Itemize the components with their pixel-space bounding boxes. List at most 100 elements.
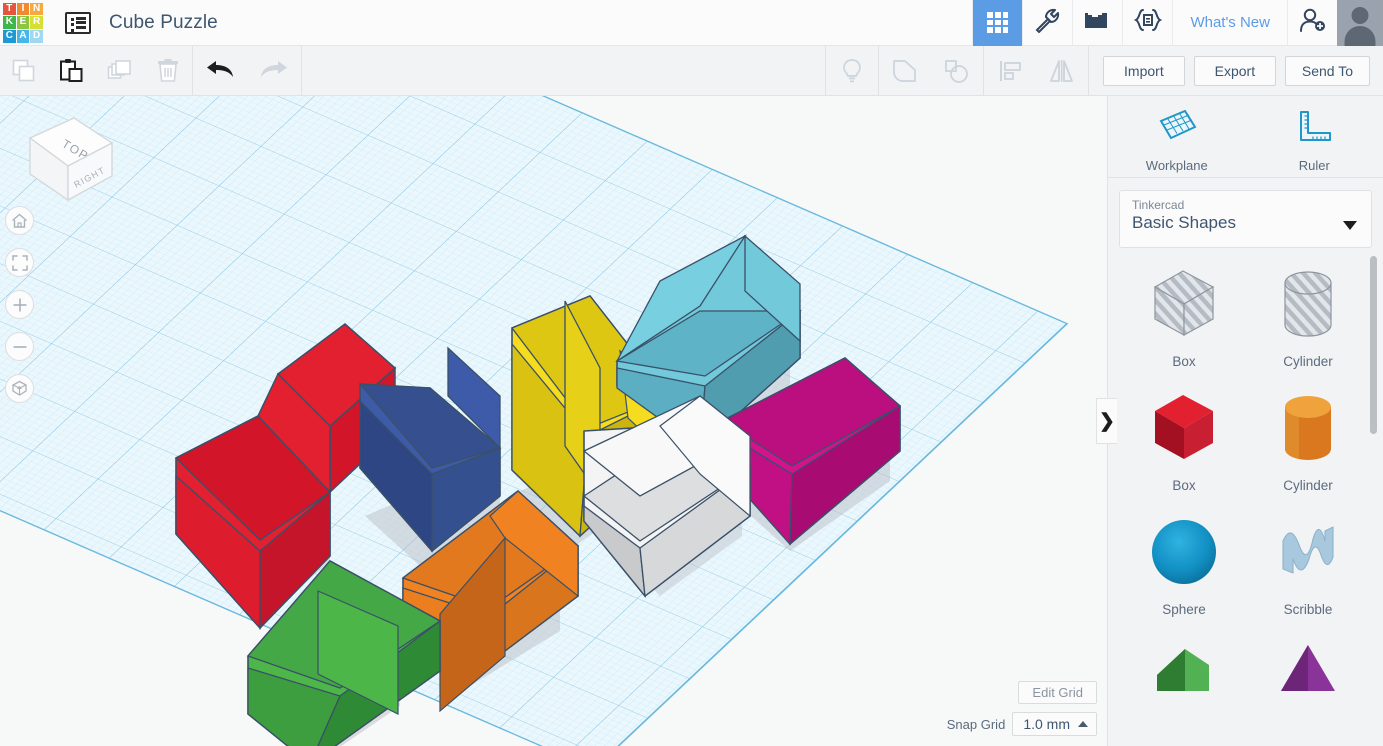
mirror-button[interactable]: [1036, 46, 1088, 96]
import-button[interactable]: Import: [1102, 55, 1185, 86]
ruler-tool-button[interactable]: Ruler: [1246, 96, 1383, 177]
tab-learn[interactable]: [1022, 0, 1072, 46]
shape-scribble[interactable]: Scribble: [1246, 511, 1370, 617]
undo-button[interactable]: [193, 46, 247, 96]
logo-tile-d: D: [30, 29, 43, 43]
home-view-button[interactable]: [5, 206, 34, 235]
shape-label: Scribble: [1283, 602, 1333, 617]
fit-to-view-button[interactable]: [5, 248, 34, 277]
shape-cone[interactable]: [1246, 635, 1370, 702]
hint-button[interactable]: [826, 46, 878, 96]
shape-label: Box: [1172, 354, 1196, 369]
zoom-out-button[interactable]: [5, 332, 34, 361]
whats-new-link[interactable]: What's New: [1172, 0, 1287, 46]
avatar[interactable]: [1337, 0, 1383, 46]
duplicate-icon: [107, 58, 133, 84]
shape-box-hole[interactable]: Box: [1122, 263, 1246, 369]
delete-trash-icon: [155, 58, 181, 84]
redo-button[interactable]: [247, 46, 301, 96]
duplicate-button[interactable]: [96, 46, 144, 96]
shapes-panel: Workplane Ruler Tinkercad Basic Shapes B…: [1107, 96, 1383, 746]
tab-codeblocks[interactable]: [1122, 0, 1172, 46]
top-bar-actions: What's New: [972, 0, 1383, 46]
design-canvas[interactable]: Workplane: [0, 96, 1107, 746]
shape-library-select[interactable]: Tinkercad Basic Shapes: [1119, 190, 1372, 248]
align-icon: [998, 59, 1022, 83]
chevron-down-icon: [1343, 221, 1357, 230]
logo-tile-n: N: [30, 2, 43, 16]
shape-list-scrollbar[interactable]: [1370, 256, 1377, 746]
snap-grid-select[interactable]: 1.0 mm: [1012, 712, 1097, 736]
panel-tools-row: Workplane Ruler: [1108, 96, 1383, 178]
workplane-icon: [1155, 107, 1199, 152]
grid-controls: Edit Grid Snap Grid 1.0 mm: [947, 681, 1097, 736]
group-button[interactable]: [879, 46, 931, 96]
history-tools: [193, 46, 301, 96]
document-list-icon[interactable]: [63, 8, 93, 38]
codeblocks-hammer-icon: [1034, 8, 1061, 38]
orthographic-toggle-button[interactable]: [5, 374, 34, 403]
lightbulb-hint-icon: [840, 58, 864, 84]
align-button[interactable]: [984, 46, 1036, 96]
cylinder-solid-icon: [1267, 387, 1349, 469]
logo-tile-r: R: [30, 16, 43, 29]
edit-toolbar: Import Export Send To: [0, 45, 1383, 96]
send-to-button[interactable]: Send To: [1284, 55, 1370, 86]
tinkercad-logo[interactable]: TIN KER CAD: [1, 1, 45, 45]
zoom-in-icon: [12, 297, 28, 313]
view-cube[interactable]: TOP RIGHT: [12, 108, 122, 208]
undo-arrow-icon: [205, 60, 235, 82]
hint-tools: [826, 46, 878, 96]
codeblocks-brackets-icon: [1133, 8, 1163, 37]
grid-view-icon: [987, 12, 1009, 33]
sphere-icon: [1143, 511, 1225, 593]
edit-grid-button[interactable]: Edit Grid: [1018, 681, 1097, 704]
invite-people-button[interactable]: [1287, 0, 1337, 46]
zoom-out-icon: [12, 339, 28, 355]
tinkercad-app: TINKERCAD Cube Puzzle What's New Import …: [0, 0, 1383, 746]
align-tools: [984, 46, 1088, 96]
copy-button[interactable]: [0, 46, 48, 96]
workplane-tool-button[interactable]: Workplane: [1108, 96, 1246, 177]
shape-cylinder-hole[interactable]: Cylinder: [1246, 263, 1370, 369]
snap-grid-label: Snap Grid: [946, 716, 1006, 732]
logo-tile-e: E: [16, 16, 30, 29]
copy-icon: [11, 58, 37, 84]
home-view-icon: [11, 213, 28, 229]
box-hole-icon: [1143, 263, 1225, 345]
zoom-in-button[interactable]: [5, 290, 34, 319]
ungroup-icon: [943, 58, 970, 84]
workplane-tool-label: Workplane: [1145, 157, 1208, 173]
delete-button[interactable]: [144, 46, 192, 96]
panel-collapse-toggle[interactable]: ❯: [1096, 398, 1117, 444]
group-tools: [879, 46, 983, 96]
paste-button[interactable]: [48, 46, 96, 96]
snap-grid-row: Snap Grid 1.0 mm: [947, 712, 1097, 736]
group-icon: [891, 58, 918, 84]
shape-cylinder-solid[interactable]: Cylinder: [1246, 387, 1370, 493]
paste-icon: [59, 58, 85, 84]
tab-blocks[interactable]: [1072, 0, 1122, 46]
shape-box-solid[interactable]: Box: [1122, 387, 1246, 493]
scrollbar-thumb[interactable]: [1370, 256, 1377, 434]
library-collection-label: Basic Shapes: [1132, 213, 1236, 232]
shape-grid: Box Cylinder Box Cylinder Sphere Scribbl…: [1122, 263, 1370, 702]
snap-grid-value: 1.0 mm: [1023, 716, 1070, 732]
caret-up-icon: [1078, 721, 1088, 727]
tab-3d-design[interactable]: [972, 0, 1023, 46]
page-title: Cube Puzzle: [109, 11, 218, 33]
orthographic-toggle-icon: [11, 380, 28, 397]
logo-tile-k: K: [3, 16, 16, 29]
shape-list[interactable]: Box Cylinder Box Cylinder Sphere Scribbl…: [1108, 251, 1383, 746]
logo-tile-t: T: [3, 2, 16, 16]
shape-wedge[interactable]: [1122, 635, 1246, 702]
shape-sphere[interactable]: Sphere: [1122, 511, 1246, 617]
export-button[interactable]: Export: [1193, 55, 1276, 86]
ungroup-button[interactable]: [931, 46, 983, 96]
scribble-icon: [1267, 511, 1349, 593]
redo-arrow-icon: [259, 60, 289, 82]
shape-label: Cylinder: [1283, 478, 1333, 493]
library-source-label: Tinkercad: [1132, 198, 1185, 212]
wedge-icon: [1143, 635, 1225, 693]
canvas-scene[interactable]: Workplane: [0, 96, 1107, 746]
